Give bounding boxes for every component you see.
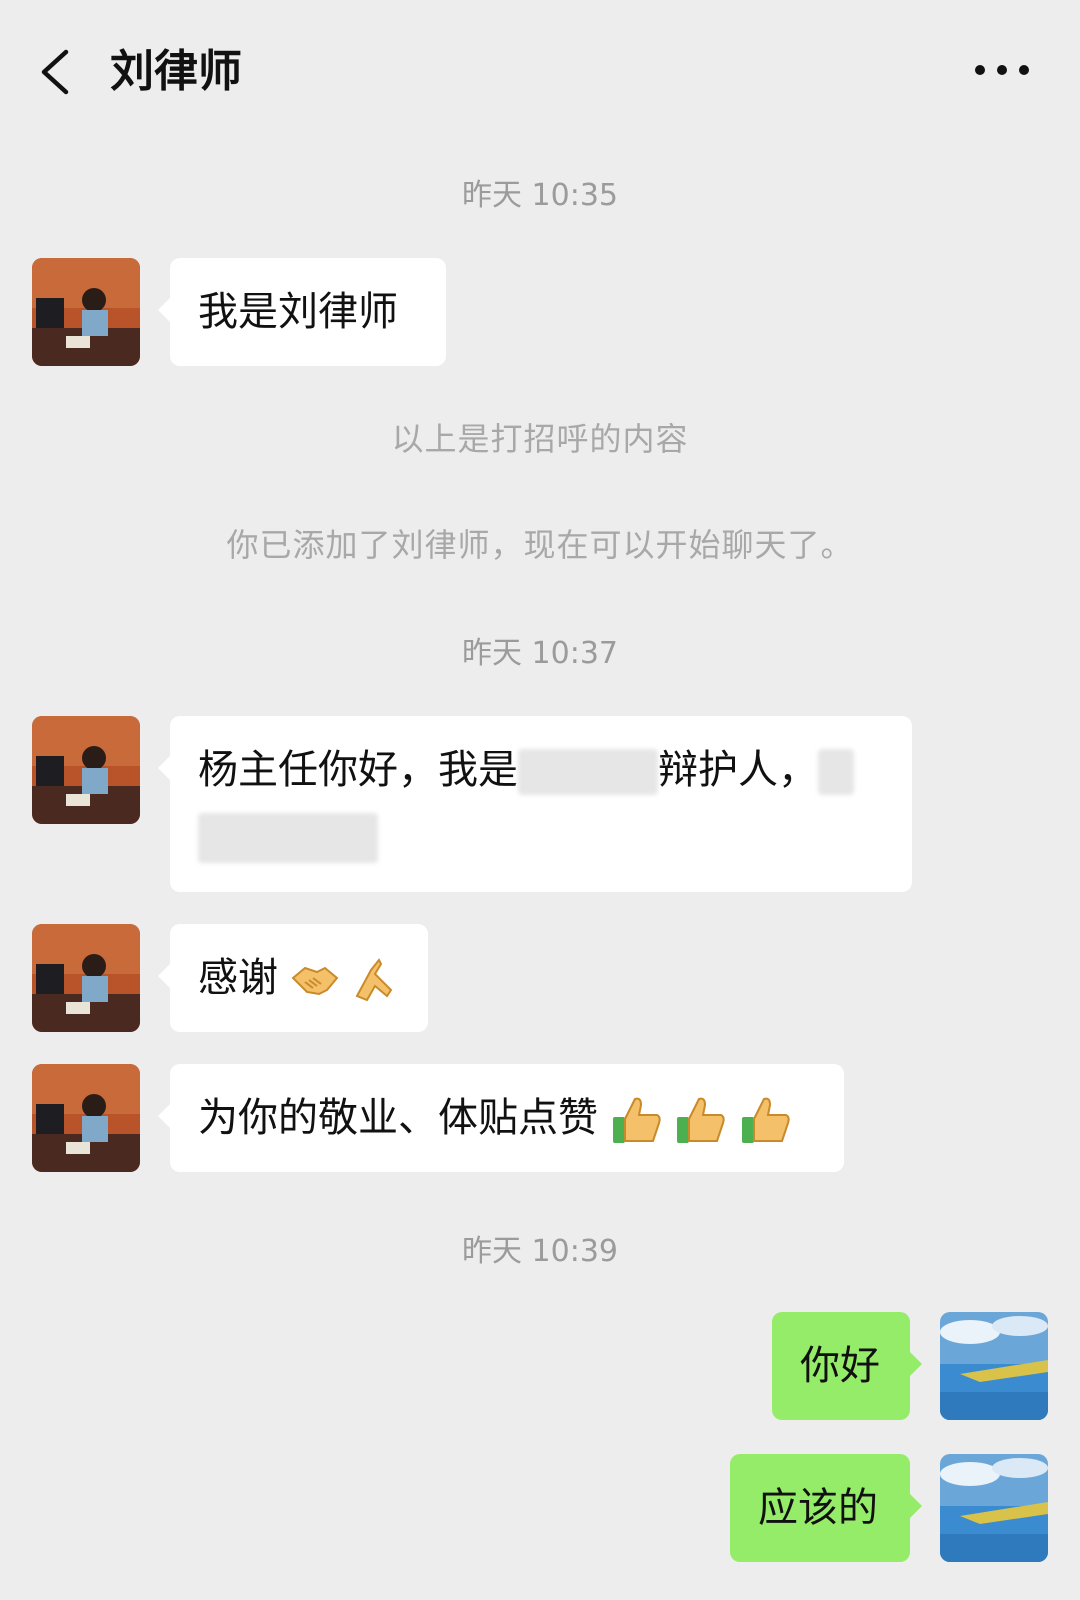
- message-text: 辩护人，: [658, 747, 818, 793]
- lawyer-photo-icon: [32, 1064, 140, 1172]
- redacted-text: [818, 749, 854, 795]
- ok-hand-icon: [356, 958, 393, 1002]
- message-text: 为你的敬业、体贴点赞: [198, 1095, 598, 1141]
- thumbs-up-icon: [612, 1097, 661, 1143]
- top-bar: 刘律师: [0, 0, 1080, 140]
- system-notice: 你已添加了刘律师，现在可以开始聊天了。: [226, 526, 854, 564]
- message-bubble[interactable]: 我是刘律师: [158, 258, 446, 366]
- lawyer-photo-icon: [32, 258, 140, 366]
- contact-avatar[interactable]: [32, 924, 140, 1032]
- contact-avatar[interactable]: [32, 1064, 140, 1172]
- chat-title: 刘律师: [110, 46, 242, 97]
- thumbs-up-icon: [742, 1097, 790, 1143]
- message-text: 我是刘律师: [198, 289, 398, 335]
- message-bubble[interactable]: 为你的敬业、体贴点赞: [158, 1064, 844, 1172]
- contact-avatar[interactable]: [32, 716, 140, 824]
- my-avatar[interactable]: [940, 1312, 1048, 1420]
- thumbs-up-icon: [677, 1097, 726, 1143]
- message-text: 感谢: [198, 955, 278, 1001]
- chevron-left-icon: [41, 49, 69, 95]
- handshake-icon: [291, 966, 339, 996]
- system-notice: 以上是打招呼的内容: [391, 420, 689, 458]
- lawyer-photo-icon: [32, 716, 140, 824]
- more-dots-icon: [975, 65, 1029, 75]
- message-bubble[interactable]: 感谢: [158, 924, 428, 1032]
- message-text: 应该的: [758, 1485, 878, 1531]
- message-text: 你好: [800, 1343, 880, 1389]
- redacted-text: [198, 813, 378, 863]
- message-bubble[interactable]: 杨主任你好，我是 辩护人，: [158, 716, 912, 892]
- more-button[interactable]: [972, 50, 1032, 90]
- timestamp: 昨天 10:39: [462, 1234, 618, 1269]
- contact-avatar[interactable]: [32, 258, 140, 366]
- timestamp: 昨天 10:35: [462, 178, 618, 213]
- my-avatar[interactable]: [940, 1454, 1048, 1562]
- message-text: 杨主任你好，我是: [198, 747, 518, 793]
- lawyer-photo-icon: [32, 924, 140, 1032]
- redacted-text: [518, 749, 658, 795]
- timestamp: 昨天 10:37: [462, 636, 618, 671]
- lake-landscape-icon: [940, 1312, 1048, 1420]
- lake-landscape-icon: [940, 1454, 1048, 1562]
- back-button[interactable]: [30, 42, 90, 102]
- message-bubble[interactable]: 应该的: [730, 1454, 922, 1562]
- message-bubble[interactable]: 你好: [772, 1312, 922, 1420]
